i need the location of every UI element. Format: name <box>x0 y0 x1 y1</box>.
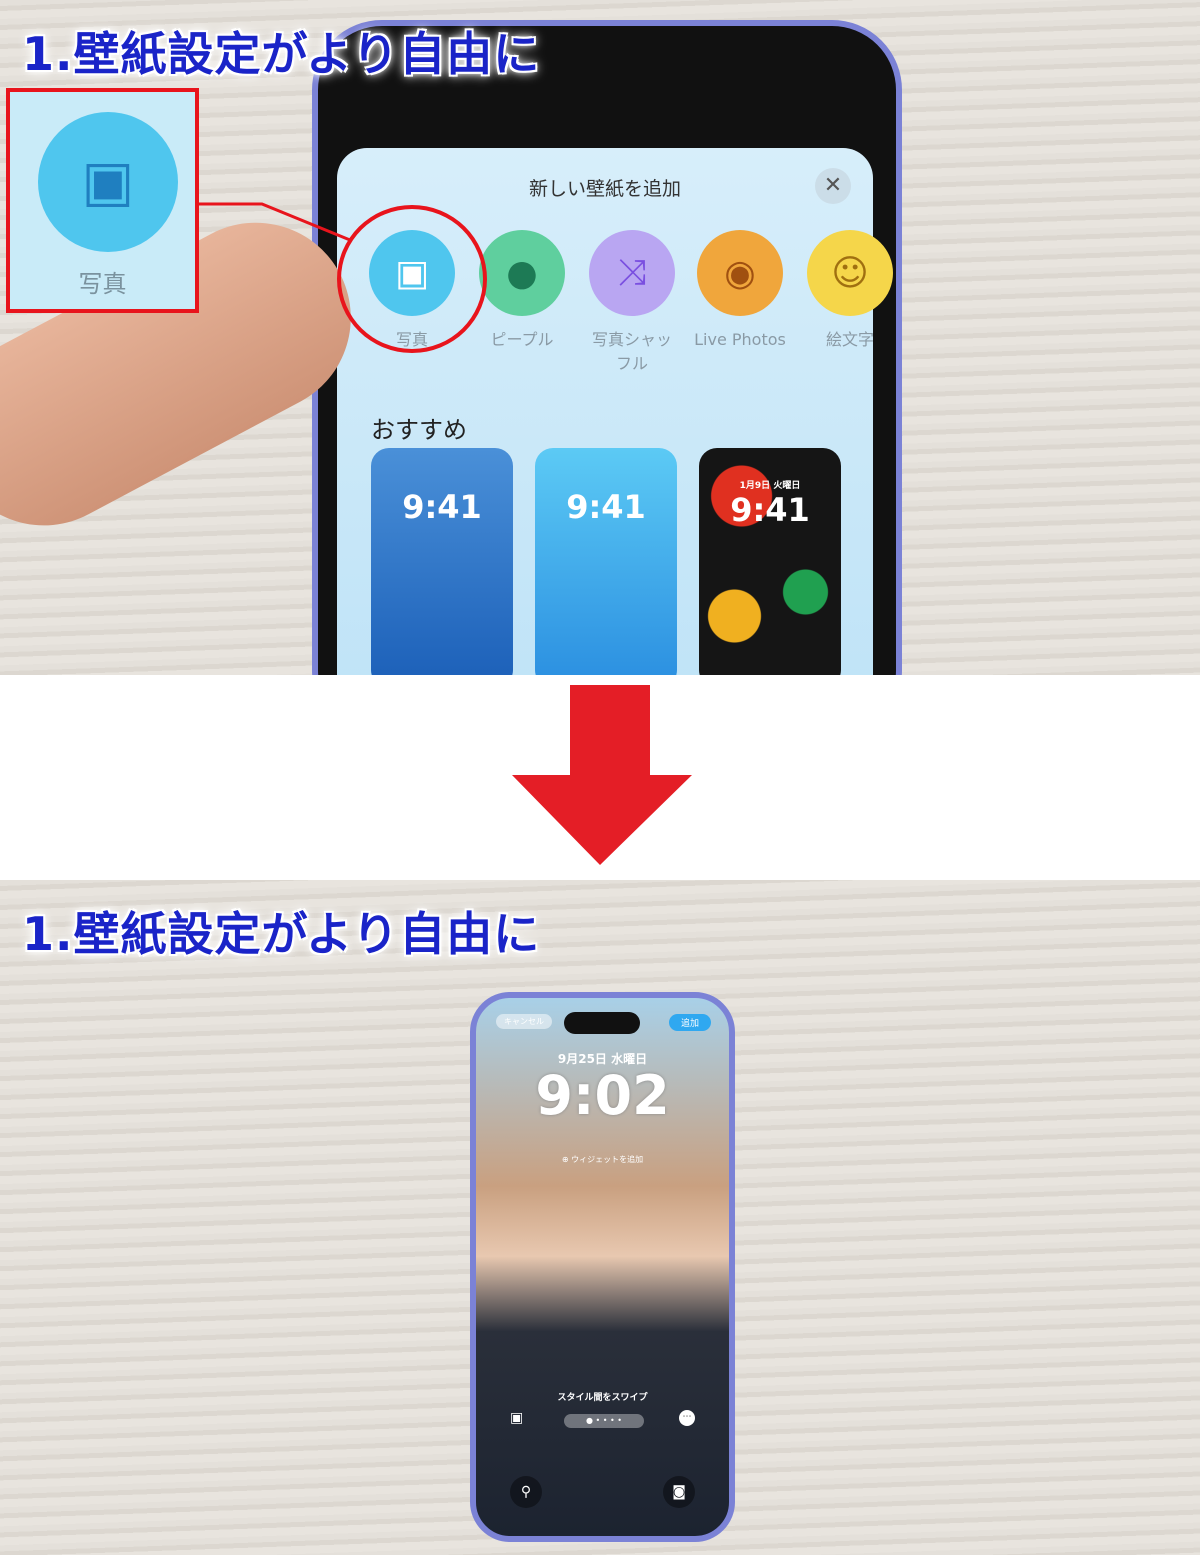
card-time: 9:41 <box>402 488 482 526</box>
bottom-photo-panel: 1.壁紙設定がより自由に キャンセル 追加 9月25日 水曜日 9:02 ⊕ ウ… <box>0 880 1200 1555</box>
inset-label: 写真 <box>78 270 127 298</box>
flashlight-icon[interactable]: ⚲ <box>510 1476 542 1508</box>
iphone-bottom: キャンセル 追加 9月25日 水曜日 9:02 ⊕ ウィジェットを追加 スタイル… <box>470 992 735 1542</box>
option-live-photos[interactable]: ◉ Live Photos <box>685 230 795 352</box>
recommended-heading: おすすめ <box>371 416 467 444</box>
sheet-title: 新しい壁紙を追加 <box>528 178 681 200</box>
play-icon: ◉ <box>697 230 783 316</box>
close-icon[interactable]: ✕ <box>815 168 851 204</box>
inset-zoom-box: ▣ 写真 <box>6 88 199 313</box>
caption-bottom: 1.壁紙設定がより自由に <box>22 907 541 961</box>
top-photo-panel: 新しい壁紙を追加 ✕ ▣ 写真 ● ピープル ⤨ 写真シャッフル ◉ Live Phot… <box>0 0 1200 675</box>
style-page-dots[interactable]: ● • • • • <box>564 1414 644 1428</box>
wallpaper-card[interactable]: 9:41 <box>371 448 513 675</box>
option-emoji[interactable]: ☺ 絵文字 <box>795 230 905 352</box>
swipe-hint: スタイル間をスワイプ <box>557 1393 648 1403</box>
card-time: 9:41 <box>566 488 646 526</box>
dynamic-island <box>564 1012 640 1034</box>
option-photo-shuffle[interactable]: ⤨ 写真シャッフル <box>577 230 687 376</box>
card-date: 1月9日 火曜日 <box>739 481 801 491</box>
emoji-icon: ☺ <box>807 230 893 316</box>
option-label: Live Photos <box>694 330 786 349</box>
add-widget-label: ウィジェットを追加 <box>571 1155 644 1164</box>
card-time: 9:41 <box>730 491 810 529</box>
caption-top: 1.壁紙設定がより自由に <box>22 27 541 81</box>
option-label: ピープル <box>490 330 554 349</box>
wallpaper-card[interactable]: 9:41 <box>535 448 677 675</box>
wallpaper-card[interactable]: 1月9日 火曜日 9:41 <box>699 448 841 675</box>
down-arrow <box>512 685 692 865</box>
cancel-button[interactable]: キャンセル <box>496 1014 552 1029</box>
option-label: 写真シャッフル <box>591 330 672 373</box>
shuffle-icon: ⤨ <box>589 230 675 316</box>
option-label: 絵文字 <box>825 330 874 349</box>
more-icon[interactable]: ⋯ <box>679 1410 695 1426</box>
camera-icon[interactable]: ◙ <box>663 1476 695 1508</box>
person-icon: ● <box>479 230 565 316</box>
add-button[interactable]: 追加 <box>668 1014 711 1031</box>
add-widget-button[interactable]: ⊕ ウィジェットを追加 <box>476 1154 729 1165</box>
lock-time[interactable]: 9:02 <box>476 1064 729 1127</box>
photos-icon: ▣ <box>38 112 178 252</box>
photos-icon[interactable]: ▣ <box>510 1410 523 1426</box>
